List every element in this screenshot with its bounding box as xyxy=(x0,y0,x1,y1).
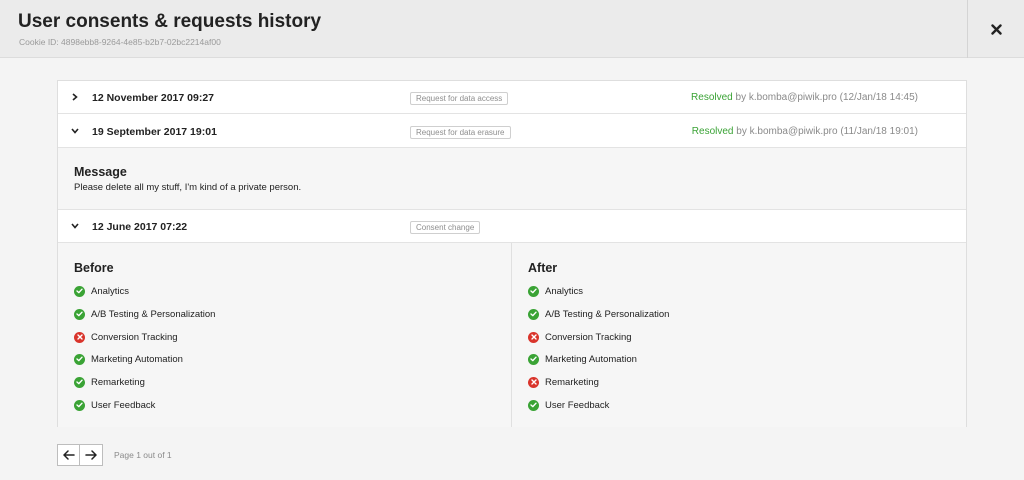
status-resolved: Resolved xyxy=(691,92,733,103)
consent-item: A/B Testing & Personalization xyxy=(528,307,669,321)
consent-label: Marketing Automation xyxy=(91,353,183,365)
consent-label: Marketing Automation xyxy=(545,353,637,365)
request-type-badge: Request for data access xyxy=(410,92,509,105)
check-circle-icon xyxy=(74,285,85,297)
check-circle-icon xyxy=(528,285,539,297)
consent-label: A/B Testing & Personalization xyxy=(545,308,670,320)
check-circle-icon xyxy=(74,353,85,365)
history-panel: 12 November 2017 09:27 Request for data … xyxy=(57,80,967,427)
request-status: Resolved by k.bomba@piwik.pro (12/Jan/18… xyxy=(691,92,918,103)
consent-item: User Feedback xyxy=(74,398,155,412)
consent-item: User Feedback xyxy=(528,398,609,412)
request-date: 19 September 2017 19:01 xyxy=(92,126,217,138)
consent-item: Analytics xyxy=(74,284,129,298)
resolved-by: by k.bomba@piwik.pro (11/Jan/18 19:01) xyxy=(733,126,918,137)
chevron-down-icon[interactable] xyxy=(71,222,79,230)
after-title: After xyxy=(528,261,558,275)
page-indicator: Page 1 out of 1 xyxy=(114,450,172,460)
consent-label: Conversion Tracking xyxy=(545,331,632,343)
page-title: User consents & requests history xyxy=(18,11,322,32)
history-row[interactable]: 12 June 2017 07:22 Consent change xyxy=(58,210,966,243)
check-circle-icon xyxy=(528,399,539,411)
consent-item: A/B Testing & Personalization xyxy=(74,307,215,321)
consent-item: Conversion Tracking xyxy=(74,330,178,344)
consent-label: Remarketing xyxy=(545,376,599,388)
consent-item: Marketing Automation xyxy=(74,352,183,366)
check-circle-icon xyxy=(528,353,539,365)
consent-label: A/B Testing & Personalization xyxy=(91,308,216,320)
x-circle-icon xyxy=(74,331,85,343)
chevron-down-icon[interactable] xyxy=(71,127,79,135)
request-message: Message Please delete all my stuff, I'm … xyxy=(58,148,966,210)
message-text: Please delete all my stuff, I'm kind of … xyxy=(74,182,302,193)
message-title: Message xyxy=(74,165,127,179)
status-resolved: Resolved xyxy=(691,126,734,137)
history-row[interactable]: 12 November 2017 09:27 Request for data … xyxy=(58,81,966,114)
x-circle-icon xyxy=(528,331,539,343)
check-circle-icon xyxy=(528,308,539,320)
consent-item: Remarketing xyxy=(528,375,599,389)
consent-before-column: Before Analytics A/B Testing & Personali… xyxy=(58,243,512,427)
close-icon xyxy=(990,23,1002,35)
modal-header: User consents & requests history Cookie … xyxy=(0,0,1024,58)
consent-label: Analytics xyxy=(91,285,130,297)
consent-label: User Feedback xyxy=(545,399,610,411)
consent-item: Conversion Tracking xyxy=(528,330,632,344)
request-type-badge: Consent change xyxy=(410,221,481,234)
chevron-right-icon[interactable] xyxy=(71,93,79,101)
cookie-id: Cookie ID: 4898ebb8-9264-4e85-b2b7-02bc2… xyxy=(19,37,221,47)
check-circle-icon xyxy=(74,399,85,411)
history-row[interactable]: 19 September 2017 19:01 Request for data… xyxy=(58,115,966,148)
before-title: Before xyxy=(74,261,114,275)
resolved-by: by k.bomba@piwik.pro (12/Jan/18 14:45) xyxy=(732,92,918,103)
consent-label: Conversion Tracking xyxy=(91,331,178,343)
prev-page-button[interactable] xyxy=(57,444,80,466)
request-date: 12 November 2017 09:27 xyxy=(92,92,214,104)
pagination: Page 1 out of 1 xyxy=(57,444,172,466)
arrow-right-icon xyxy=(85,450,97,460)
request-status: Resolved by k.bomba@piwik.pro (11/Jan/18… xyxy=(692,126,918,137)
consent-comparison: Before Analytics A/B Testing & Personali… xyxy=(58,243,966,427)
consent-label: User Feedback xyxy=(91,399,156,411)
consent-item: Remarketing xyxy=(74,375,145,389)
arrow-left-icon xyxy=(62,450,75,460)
request-date: 12 June 2017 07:22 xyxy=(92,221,188,233)
check-circle-icon xyxy=(74,376,85,388)
consent-after-column: After Analytics A/B Testing & Personaliz… xyxy=(512,243,966,427)
next-page-button[interactable] xyxy=(80,444,103,466)
close-button[interactable] xyxy=(967,0,1024,58)
consent-item: Marketing Automation xyxy=(528,352,637,366)
consent-label: Analytics xyxy=(545,285,584,297)
check-circle-icon xyxy=(74,308,85,320)
consent-label: Remarketing xyxy=(91,376,145,388)
consent-item: Analytics xyxy=(528,284,583,298)
x-circle-icon xyxy=(528,376,539,388)
request-type-badge: Request for data erasure xyxy=(410,126,511,139)
